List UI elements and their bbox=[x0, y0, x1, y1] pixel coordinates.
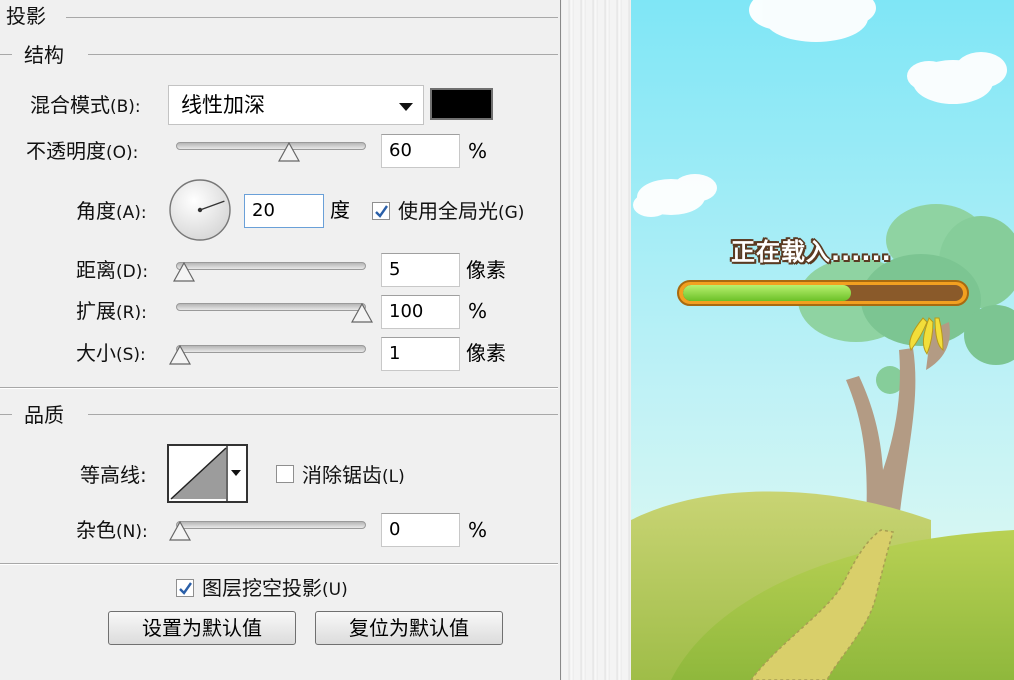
anti-alias-label[interactable]: 消除锯齿(L) bbox=[302, 463, 405, 489]
noise-unit: % bbox=[468, 518, 488, 542]
distance-slider-track[interactable] bbox=[176, 262, 366, 270]
contour-label: 等高线: bbox=[80, 463, 147, 487]
group-divider-left bbox=[0, 54, 12, 55]
knockout-label[interactable]: 图层挖空投影(U) bbox=[202, 576, 348, 602]
blend-mode-label: 混合模式(B): bbox=[30, 93, 141, 117]
distance-label: 距离(D): bbox=[76, 258, 149, 282]
noise-input[interactable]: 0 bbox=[381, 513, 460, 547]
size-input[interactable]: 1 bbox=[381, 337, 460, 371]
spread-input[interactable]: 100 bbox=[381, 295, 460, 329]
anti-alias-checkbox[interactable] bbox=[276, 465, 294, 483]
size-unit: 像素 bbox=[466, 341, 506, 365]
panel-gutter bbox=[562, 0, 630, 680]
layer-style-panel: 投影 结构 混合模式(B): 线性加深 不透明度(O): 60 % 角度(A):… bbox=[0, 0, 561, 680]
section-title-drop-shadow: 投影 bbox=[6, 4, 46, 28]
loading-progress-track bbox=[683, 285, 963, 301]
opacity-label: 不透明度(O): bbox=[26, 139, 139, 163]
size-slider-track[interactable] bbox=[176, 345, 366, 353]
group-divider-right bbox=[88, 54, 558, 55]
reset-default-button[interactable]: 复位为默认值 bbox=[315, 611, 503, 645]
knockout-checkbox[interactable] bbox=[176, 579, 194, 597]
group-title-quality: 品质 bbox=[24, 403, 64, 427]
loading-progress-fill bbox=[683, 285, 851, 301]
game-scene-background bbox=[631, 0, 1014, 680]
angle-input[interactable]: 20 bbox=[244, 194, 324, 228]
global-light-checkbox[interactable] bbox=[372, 202, 390, 220]
distance-input[interactable]: 5 bbox=[381, 253, 460, 287]
loading-text: 正在载入...... bbox=[731, 238, 892, 266]
noise-slider-track[interactable] bbox=[176, 521, 366, 529]
size-label: 大小(S): bbox=[76, 341, 146, 365]
group-divider-right bbox=[88, 414, 558, 415]
opacity-slider-track[interactable] bbox=[176, 142, 366, 150]
chevron-down-icon bbox=[399, 103, 413, 111]
chevron-down-icon bbox=[231, 470, 241, 476]
panel-divider-highlight bbox=[0, 564, 558, 565]
noise-label: 杂色(N): bbox=[76, 518, 148, 542]
angle-unit: 度 bbox=[330, 198, 350, 222]
panel-divider-highlight bbox=[0, 388, 558, 389]
blend-mode-dropdown[interactable]: 线性加深 bbox=[168, 85, 424, 125]
game-preview: 正在载入...... bbox=[631, 0, 1014, 680]
contour-picker[interactable] bbox=[167, 444, 248, 503]
spread-slider-track[interactable] bbox=[176, 303, 366, 311]
section-divider bbox=[66, 17, 558, 18]
opacity-input[interactable]: 60 bbox=[381, 134, 460, 168]
global-light-label[interactable]: 使用全局光(G) bbox=[398, 199, 524, 225]
spread-unit: % bbox=[468, 299, 488, 323]
angle-dial[interactable] bbox=[168, 178, 232, 242]
opacity-unit: % bbox=[468, 139, 488, 163]
make-default-button[interactable]: 设置为默认值 bbox=[108, 611, 296, 645]
loading-progress-bar bbox=[677, 280, 969, 306]
angle-label: 角度(A): bbox=[76, 199, 147, 223]
group-title-structure: 结构 bbox=[24, 43, 64, 67]
blend-mode-value: 线性加深 bbox=[181, 93, 265, 117]
spread-label: 扩展(R): bbox=[76, 299, 147, 323]
group-divider-left bbox=[0, 414, 12, 415]
shadow-color-swatch[interactable] bbox=[430, 88, 493, 120]
distance-unit: 像素 bbox=[466, 258, 506, 282]
